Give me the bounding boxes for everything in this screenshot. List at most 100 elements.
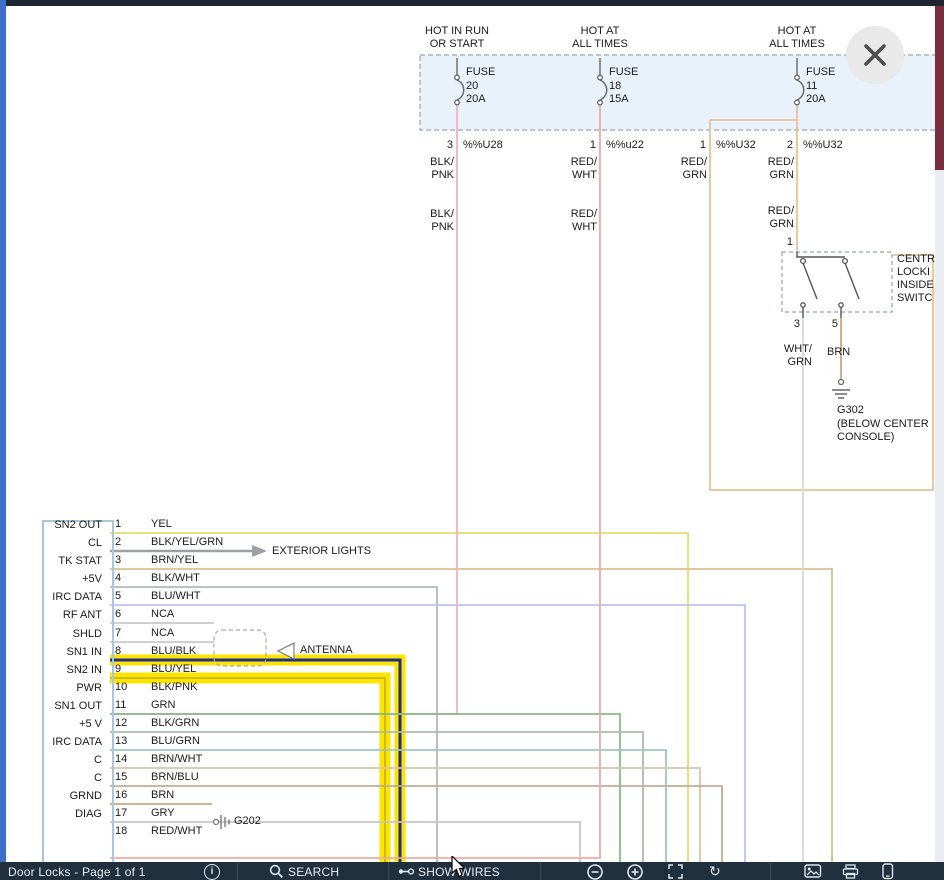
switch-name-label: INSIDE — [897, 279, 934, 291]
info-icon[interactable]: i — [204, 864, 220, 880]
wiring-diagram-viewer: { "toolbar": { "page_label": "Door Locks… — [0, 0, 944, 880]
fit-to-screen-icon[interactable] — [668, 864, 684, 880]
pin-function-label: CL — [87, 537, 102, 549]
wire-name-label: BRN/BLU — [151, 771, 199, 783]
pin-function-label: PWR — [76, 682, 102, 694]
wire-name-label: YEL — [151, 518, 172, 530]
connector-id: %%u22 — [606, 139, 644, 151]
pin-function-label: DIAG — [75, 808, 102, 820]
switch-name-label: CENTR — [897, 253, 935, 265]
pin-function-label: +5 V — [79, 718, 102, 730]
wire-color-label: RED/ GRN — [767, 156, 794, 181]
image-icon[interactable] — [804, 864, 822, 878]
pin-number: 18 — [115, 825, 128, 837]
switch-contact — [799, 257, 807, 265]
fuse-rating: 15A — [609, 93, 629, 105]
close-icon — [864, 44, 886, 66]
diagram-canvas[interactable]: SN2 OUT 1 YEL CL 2 BLK/YEL/GRN TK STAT 3 BRN/YEL… — [6, 6, 935, 862]
fuse-terminal — [794, 74, 800, 81]
wiring-diagram-svg — [110, 54, 935, 862]
wire-color-label: RED/ GRN — [767, 205, 794, 230]
search-icon[interactable] — [269, 864, 284, 879]
wire-color-label: WHT/ GRN — [783, 343, 812, 368]
pin-function-label: RF ANT — [62, 609, 102, 621]
wire-name-label: BLK/PNK — [151, 681, 198, 693]
pin-function-label: TK STAT — [58, 555, 102, 567]
pin-number: 6 — [115, 608, 122, 620]
device-icon[interactable] — [882, 863, 894, 880]
pin-number: 16 — [115, 789, 128, 801]
rotate-icon[interactable]: ↻ — [709, 864, 721, 878]
pin-number: 5 — [831, 318, 838, 330]
switch-box — [781, 251, 893, 313]
pin-function-label: SHLD — [72, 628, 102, 640]
connector-id: %%U28 — [463, 139, 503, 151]
fuse-terminal — [794, 99, 800, 106]
wire-RED/GRN-loop — [709, 120, 934, 491]
ground-location-label: (BELOW CENTER — [837, 418, 929, 430]
wire-name-label: BLK/GRN — [151, 717, 200, 729]
pin-function-label: +5V — [82, 573, 102, 585]
pin-number: 1 — [699, 139, 706, 151]
print-icon[interactable] — [842, 864, 859, 879]
wire-color-label: RED/ WHT — [570, 156, 597, 181]
wire-name-label: BRN — [151, 789, 175, 801]
pin-number: 3 — [793, 318, 800, 330]
ground-id-label: G302 — [837, 404, 864, 416]
wire-name-label: NCA — [151, 627, 175, 639]
pin-number: 15 — [115, 771, 128, 783]
switch-blade — [802, 262, 818, 300]
pin-function-label: C — [94, 754, 102, 766]
pin-number: 2 — [786, 139, 793, 151]
power-source-label: HOT AT — [777, 25, 817, 37]
wire-BRN/YEL — [110, 568, 833, 862]
antenna-label: ANTENNA — [300, 644, 353, 656]
toolbar-divider — [237, 862, 238, 880]
close-button[interactable] — [846, 26, 904, 84]
pin-number: 3 — [446, 139, 453, 151]
pin-function-label: SN1 IN — [66, 646, 102, 658]
wire-name-label: GRY — [151, 807, 175, 819]
zoom-in-icon[interactable] — [626, 864, 644, 880]
show-wires-icon[interactable] — [398, 865, 415, 878]
window-top-edge — [0, 0, 944, 6]
pin-number: 1 — [115, 518, 122, 530]
pin-number: 14 — [115, 753, 128, 765]
scrollbar-thumb[interactable] — [935, 6, 944, 170]
pin-number: 7 — [115, 627, 122, 639]
pin-number: 2 — [115, 536, 122, 548]
power-source-label: HOT AT — [580, 25, 620, 37]
power-source-label: HOT IN RUN — [425, 25, 489, 37]
wire-color-label: BLK/ PNK — [430, 208, 454, 233]
fuse-terminal — [454, 74, 460, 81]
wire-name-label: BLU/YEL — [151, 663, 197, 675]
fuse-number: 18 — [609, 80, 622, 92]
switch-name-label: SWITC — [897, 292, 933, 304]
zoom-out-icon[interactable] — [586, 864, 604, 880]
wire-name-label: GRN — [151, 699, 176, 711]
search-button[interactable]: SEARCH — [288, 865, 339, 879]
pin-number: 1 — [786, 236, 793, 248]
toolbar-divider — [770, 862, 771, 880]
wire-name-label: BLU/BLK — [151, 645, 197, 657]
wire-BLU/WHT — [110, 604, 746, 862]
ground-terminal — [212, 818, 220, 826]
connector-id: %%U32 — [716, 139, 756, 151]
viewer-toolbar: Door Locks - Page 1 of 1 i SEARCH SHOW W… — [0, 862, 944, 880]
ground-location-label: CONSOLE) — [837, 431, 895, 443]
fuse-terminal — [597, 74, 603, 81]
pin-number: 11 — [115, 699, 127, 711]
wire-color-label: BRN — [827, 346, 851, 358]
pin-function-label: IRC DATA — [52, 736, 102, 748]
switch-feed — [796, 252, 845, 258]
wire-name-label: RED/WHT — [151, 825, 203, 837]
power-source-label: OR START — [429, 38, 485, 50]
pin-number: 3 — [115, 554, 122, 566]
pin-function-label: GRND — [69, 790, 102, 802]
fuse-rating: 20A — [806, 93, 826, 105]
ground-id-label: G202 — [234, 815, 261, 827]
fuse-label: FUSE — [609, 66, 639, 78]
toolbar-divider — [388, 862, 389, 880]
pin-function-label: SN2 IN — [66, 664, 102, 676]
fuse-rating: 20A — [466, 93, 486, 105]
